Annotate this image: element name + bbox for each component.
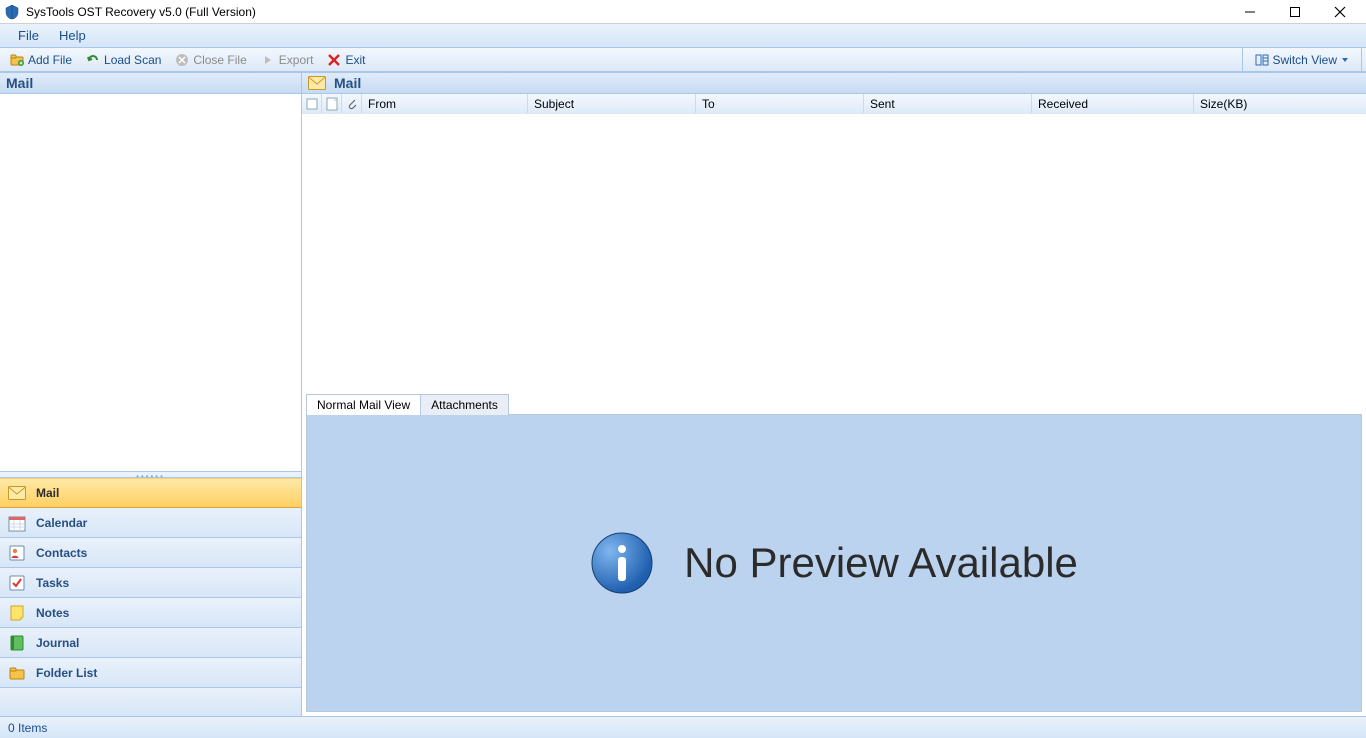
load-scan-icon (86, 53, 100, 67)
right-header: Mail (302, 72, 1366, 94)
journal-icon (8, 634, 26, 652)
tab-normal-mail-view[interactable]: Normal Mail View (306, 394, 421, 415)
load-scan-button[interactable]: Load Scan (80, 52, 167, 68)
notes-icon (8, 604, 26, 622)
nav-folder-list[interactable]: Folder List (0, 658, 301, 688)
col-subject[interactable]: Subject (528, 94, 696, 113)
toolbar: Add File Load Scan Close File Export Exi… (0, 48, 1366, 72)
no-preview-text: No Preview Available (684, 539, 1078, 587)
right-pane: Mail From Subject To Sent Received Size(… (302, 72, 1366, 716)
close-file-label: Close File (193, 53, 246, 67)
folder-icon (8, 664, 26, 682)
add-file-button[interactable]: Add File (4, 52, 78, 68)
nav-folder-list-label: Folder List (36, 666, 97, 680)
titlebar: SysTools OST Recovery v5.0 (Full Version… (0, 0, 1366, 24)
contacts-icon (8, 544, 26, 562)
info-icon (590, 531, 654, 595)
status-items: 0 Items (8, 721, 47, 735)
export-button[interactable]: Export (255, 52, 320, 68)
nav-list: Mail Calendar Contacts Tasks (0, 478, 301, 716)
load-scan-label: Load Scan (104, 53, 161, 67)
nav-tasks-label: Tasks (36, 576, 69, 590)
menubar: File Help (0, 24, 1366, 48)
chevron-down-icon (1341, 53, 1349, 67)
add-file-label: Add File (28, 53, 72, 67)
switch-view-button[interactable]: Switch View (1249, 52, 1355, 68)
menu-file[interactable]: File (8, 26, 49, 45)
maximize-button[interactable] (1272, 0, 1317, 24)
col-item-icon[interactable] (322, 94, 342, 113)
col-checkbox[interactable] (302, 94, 322, 113)
calendar-icon (8, 514, 26, 532)
export-label: Export (279, 53, 314, 67)
menu-help[interactable]: Help (49, 26, 96, 45)
nav-journal[interactable]: Journal (0, 628, 301, 658)
mail-icon (8, 484, 26, 502)
nav-journal-label: Journal (36, 636, 79, 650)
col-attachment-icon[interactable] (342, 94, 362, 113)
exit-label: Exit (345, 53, 365, 67)
add-file-icon (10, 53, 24, 67)
statusbar: 0 Items (0, 716, 1366, 738)
nav-notes-label: Notes (36, 606, 69, 620)
col-sent[interactable]: Sent (864, 94, 1032, 113)
preview-zone: Normal Mail View Attachments (302, 390, 1366, 716)
window-title: SysTools OST Recovery v5.0 (Full Version… (26, 5, 256, 19)
nav-mail-label: Mail (36, 486, 59, 500)
preview-body: No Preview Available (306, 414, 1362, 712)
grid-columns: From Subject To Sent Received Size(KB) (302, 94, 1366, 114)
nav-blank (0, 688, 301, 716)
exit-icon (327, 53, 341, 67)
exit-button[interactable]: Exit (321, 52, 371, 68)
left-header: Mail (0, 72, 301, 94)
grid-body[interactable] (302, 114, 1366, 390)
right-header-label: Mail (334, 75, 361, 91)
col-from[interactable]: From (362, 94, 528, 113)
window-controls (1227, 0, 1362, 24)
switch-view-label: Switch View (1273, 53, 1337, 67)
left-pane: Mail •••••• Mail Calendar Contacts (0, 72, 302, 716)
minimize-button[interactable] (1227, 0, 1272, 24)
tasks-icon (8, 574, 26, 592)
export-icon (261, 53, 275, 67)
preview-tabs: Normal Mail View Attachments (306, 390, 1362, 414)
close-button[interactable] (1317, 0, 1362, 24)
nav-calendar-label: Calendar (36, 516, 87, 530)
close-file-button[interactable]: Close File (169, 52, 252, 68)
app-icon (4, 4, 20, 20)
nav-calendar[interactable]: Calendar (0, 508, 301, 538)
col-received[interactable]: Received (1032, 94, 1194, 113)
col-size[interactable]: Size(KB) (1194, 94, 1366, 113)
mail-header-icon (308, 76, 326, 90)
nav-tasks[interactable]: Tasks (0, 568, 301, 598)
nav-mail[interactable]: Mail (0, 478, 301, 508)
nav-contacts[interactable]: Contacts (0, 538, 301, 568)
nav-notes[interactable]: Notes (0, 598, 301, 628)
col-to[interactable]: To (696, 94, 864, 113)
nav-contacts-label: Contacts (36, 546, 87, 560)
switch-view-icon (1255, 53, 1269, 67)
folder-tree[interactable] (0, 94, 301, 472)
close-file-icon (175, 53, 189, 67)
tab-attachments[interactable]: Attachments (420, 394, 509, 415)
